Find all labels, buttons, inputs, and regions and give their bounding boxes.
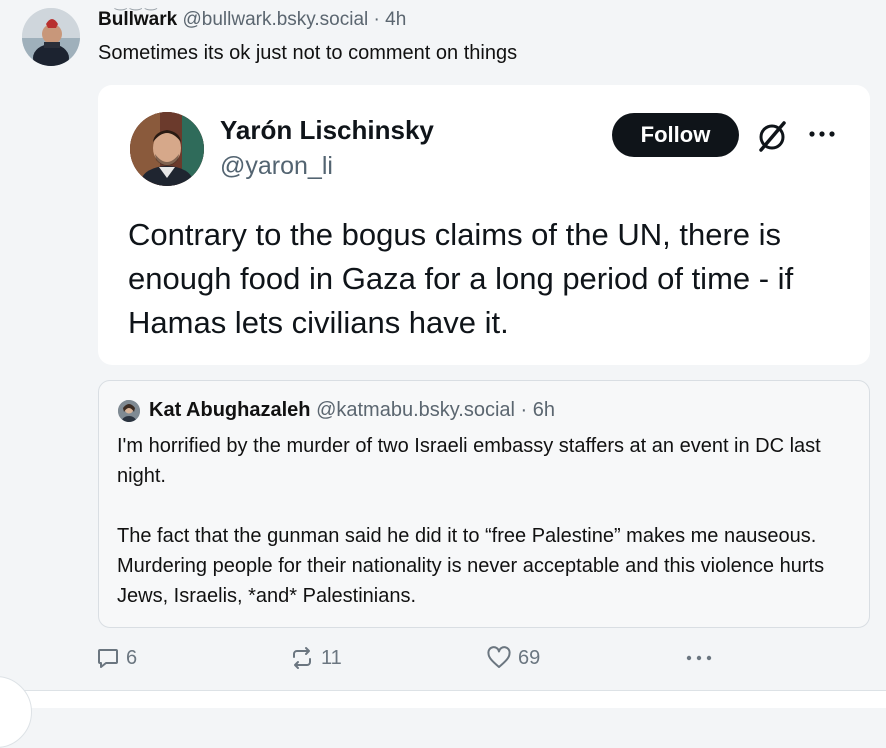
quote-paragraph-2: The fact that the gunman said he did it … [117, 525, 825, 607]
quote-author-handle: @katmabu.bsky.social [316, 399, 515, 421]
quote-separator-dot: · [520, 399, 528, 421]
tweet-more-icon [806, 118, 838, 150]
tweet-text: Contrary to the bogus claims of the UN, … [128, 217, 794, 340]
next-post-area [0, 691, 886, 708]
post-actions: 6 11 69 [96, 644, 876, 672]
quote-text: I'm horrified by the murder of two Israe… [117, 431, 857, 611]
like-button[interactable]: 69 [486, 644, 540, 672]
quote-author-name: Kat Abughazaleh [149, 399, 311, 421]
like-count: 69 [518, 646, 541, 669]
reply-button[interactable]: 6 [96, 644, 137, 672]
embedded-tweet-image[interactable]: Yarón Lischinsky @yaron_li Follow Contra… [98, 85, 870, 365]
quote-paragraph-1: I'm horrified by the murder of two Israe… [117, 435, 821, 487]
quote-time: 6h [532, 399, 556, 421]
x-logo-icon [755, 118, 791, 154]
post-time[interactable]: 4h [385, 9, 406, 30]
tweet-author-handle: @yaron_li [220, 152, 333, 180]
reply-icon [96, 646, 120, 670]
post-text: Sometimes its ok just not to comment on … [98, 42, 518, 64]
repost-button[interactable]: 11 [289, 644, 342, 672]
like-icon [486, 646, 512, 670]
separator-dot: · [373, 9, 380, 30]
quote-header: Kat Abughazaleh @katmabu.bsky.social · 6… [149, 399, 555, 422]
author-avatar[interactable] [22, 8, 80, 66]
next-post-avatar-edge [0, 676, 32, 748]
more-options-button[interactable] [684, 644, 714, 672]
follow-button: Follow [612, 113, 739, 157]
author-name[interactable]: Bullwark [98, 9, 177, 30]
more-icon [684, 646, 714, 670]
repost-icon [289, 646, 315, 670]
reply-count: 6 [126, 646, 138, 669]
author-handle[interactable]: @bullwark.bsky.social [182, 9, 368, 30]
repost-count: 11 [321, 646, 342, 669]
tweet-author-name: Yarón Lischinsky [220, 115, 434, 145]
quote-author-avatar [118, 400, 140, 422]
post-header: Bullwark @bullwark.bsky.social · 4h [98, 9, 406, 31]
quote-post[interactable]: Kat Abughazaleh @katmabu.bsky.social · 6… [98, 380, 870, 628]
divider [0, 690, 886, 691]
tweet-author-avatar [130, 112, 204, 186]
